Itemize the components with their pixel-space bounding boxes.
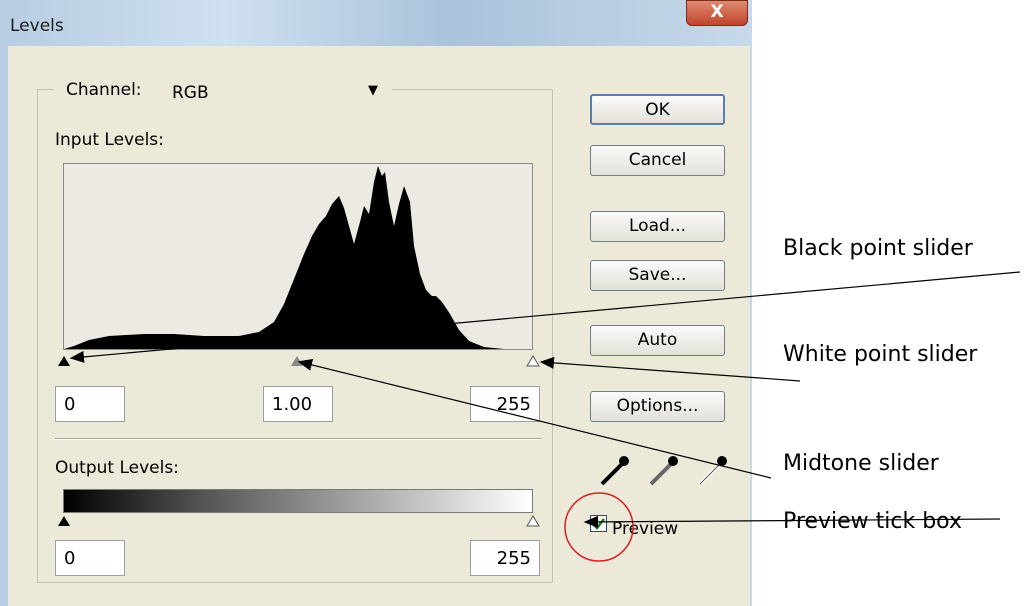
arrow-black-point	[69, 271, 1021, 363]
arrow-white-point	[539, 356, 801, 382]
annotation-arrows	[69, 271, 1021, 528]
arrow-preview	[583, 515, 1001, 528]
arrow-midtone	[297, 359, 772, 479]
